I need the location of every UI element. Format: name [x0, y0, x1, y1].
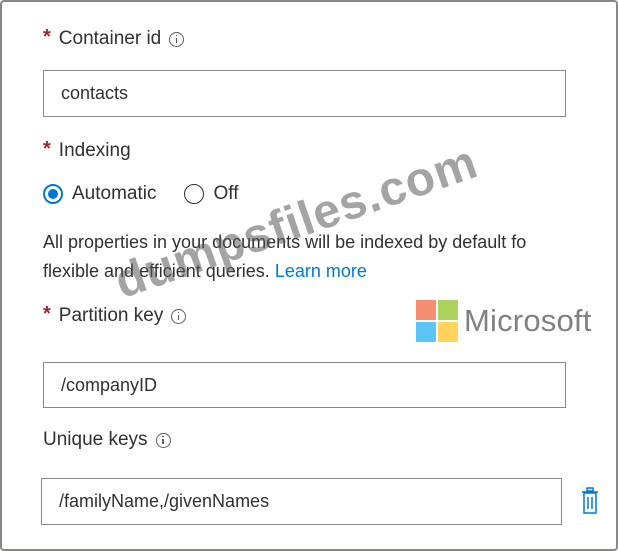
indexing-label: Indexing — [58, 140, 131, 161]
unique-keys-input[interactable] — [41, 478, 562, 525]
logo-square — [438, 300, 458, 320]
microsoft-logo: Microsoft — [416, 300, 592, 342]
indexing-option-off[interactable]: Off — [184, 183, 238, 205]
partition-key-label: Partition key — [58, 305, 164, 326]
unique-keys-label-row: Unique keys — [43, 429, 171, 451]
trash-icon[interactable] — [581, 486, 599, 516]
container-id-input[interactable] — [43, 70, 566, 117]
info-icon[interactable] — [155, 432, 171, 448]
partition-key-input[interactable] — [43, 362, 566, 408]
logo-square — [416, 300, 436, 320]
indexing-radio-group: Automatic Off — [43, 183, 266, 205]
required-marker: * — [43, 303, 51, 325]
microsoft-logo-text: Microsoft — [464, 303, 592, 338]
microsoft-logo-squares — [416, 300, 458, 342]
required-marker: * — [43, 26, 51, 48]
info-icon[interactable] — [169, 31, 185, 47]
unique-keys-label: Unique keys — [43, 429, 148, 450]
logo-square — [416, 322, 436, 342]
info-icon[interactable] — [171, 308, 187, 324]
indexing-option-automatic[interactable]: Automatic — [43, 183, 156, 205]
partition-key-label-row: * Partition key — [43, 303, 187, 327]
radio-off[interactable] — [184, 184, 205, 204]
indexing-label-row: * Indexing — [43, 138, 131, 162]
required-marker: * — [43, 138, 51, 160]
radio-label-off: Off — [213, 183, 239, 204]
radio-automatic[interactable] — [43, 184, 63, 204]
container-id-label: Container id — [58, 28, 162, 49]
logo-square — [438, 322, 458, 342]
container-id-label-row: * Container id — [43, 26, 185, 50]
radio-label-automatic: Automatic — [72, 183, 157, 204]
learn-more-link[interactable]: Learn more — [275, 261, 367, 281]
